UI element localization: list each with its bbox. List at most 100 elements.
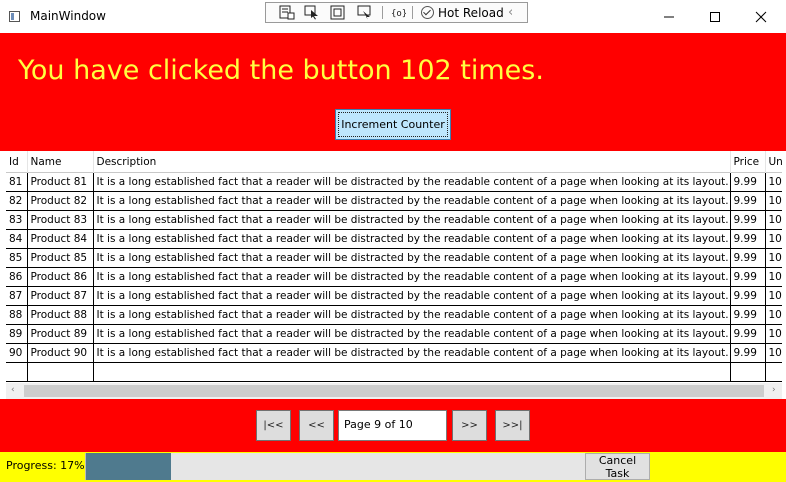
table-row[interactable]: 87 Product 87 It is a long established fac…: [6, 286, 782, 306]
cell-name[interactable]: Product 89: [27, 324, 94, 344]
first-page-button[interactable]: |<<: [256, 410, 291, 441]
cell-id[interactable]: 84: [6, 229, 28, 249]
cancel-task-button[interactable]: Cancel Task: [585, 453, 650, 480]
cell-description[interactable]: It is a long established fact that a rea…: [93, 172, 731, 192]
cell-description[interactable]: It is a long established fact that a rea…: [93, 267, 731, 287]
cell-price[interactable]: 9.99: [730, 191, 766, 211]
cell-description[interactable]: It is a long established fact that a rea…: [93, 324, 731, 344]
column-header-name[interactable]: Name: [27, 151, 94, 173]
new-item-row[interactable]: [6, 362, 782, 382]
cell-id[interactable]: 89: [6, 324, 28, 344]
progress-label: Progress: 17%: [6, 459, 85, 472]
cell-id[interactable]: 86: [6, 267, 28, 287]
cell-description[interactable]: It is a long established fact that a rea…: [93, 305, 731, 325]
collapse-toolbar-chevron-icon[interactable]: ‹: [508, 5, 513, 20]
scroll-left-arrow-icon[interactable]: ‹: [11, 385, 15, 395]
table-row[interactable]: 86 Product 86 It is a long established fac…: [6, 267, 782, 287]
horizontal-scrollbar[interactable]: ‹ ›: [6, 383, 782, 399]
cell-description[interactable]: It is a long established fact that a rea…: [93, 248, 731, 268]
minimize-button[interactable]: [646, 0, 692, 33]
cell-name[interactable]: Product 86: [27, 267, 94, 287]
cell-units[interactable]: 100: [765, 324, 782, 344]
track-focus-icon[interactable]: [357, 5, 373, 20]
cell-description[interactable]: It is a long established fact that a rea…: [93, 210, 731, 230]
cell-units[interactable]: 100: [765, 286, 782, 306]
cell-name[interactable]: Product 90: [27, 343, 94, 363]
cell-name[interactable]: Product 83: [27, 210, 94, 230]
table-row[interactable]: 89 Product 89 It is a long established fac…: [6, 324, 782, 344]
cell-id[interactable]: 90: [6, 343, 28, 363]
cell-units[interactable]: 100: [765, 191, 782, 211]
cell-name[interactable]: Product 82: [27, 191, 94, 211]
live-visual-tree-icon[interactable]: [279, 5, 295, 20]
grid-header-row: Id Name Description Price Un: [6, 151, 782, 173]
select-element-icon[interactable]: [304, 5, 320, 20]
empty-cell[interactable]: [765, 362, 782, 382]
cell-price[interactable]: 9.99: [730, 305, 766, 325]
cell-units[interactable]: 100: [765, 229, 782, 249]
cell-id[interactable]: 85: [6, 248, 28, 268]
counter-panel: You have clicked the button 102 times. I…: [0, 33, 786, 151]
scroll-right-arrow-icon[interactable]: ›: [772, 385, 776, 395]
table-row[interactable]: 88 Product 88 It is a long established fac…: [6, 305, 782, 325]
maximize-button[interactable]: [692, 0, 738, 33]
products-data-grid[interactable]: Id Name Description Price Un 81 Product 8…: [6, 151, 782, 399]
cell-price[interactable]: 9.99: [730, 324, 766, 344]
check-circle-icon: [421, 6, 434, 19]
table-row[interactable]: 83 Product 83 It is a long established fac…: [6, 210, 782, 230]
xaml-devtools-toolbar: {o} Hot Reload ‹: [265, 2, 528, 23]
empty-cell[interactable]: [27, 362, 94, 382]
increment-counter-button[interactable]: Increment Counter: [335, 109, 451, 140]
cell-name[interactable]: Product 81: [27, 172, 94, 192]
column-header-id[interactable]: Id: [6, 151, 28, 173]
cell-units[interactable]: 100: [765, 305, 782, 325]
cell-price[interactable]: 9.99: [730, 267, 766, 287]
close-button[interactable]: [738, 0, 784, 33]
cell-description[interactable]: It is a long established fact that a rea…: [93, 343, 731, 363]
cell-id[interactable]: 81: [6, 172, 28, 192]
cell-id[interactable]: 83: [6, 210, 28, 230]
cell-price[interactable]: 9.99: [730, 172, 766, 192]
cell-name[interactable]: Product 85: [27, 248, 94, 268]
cell-id[interactable]: 87: [6, 286, 28, 306]
last-page-button[interactable]: >>|: [495, 410, 530, 441]
empty-cell[interactable]: [730, 362, 766, 382]
table-row[interactable]: 84 Product 84 It is a long established fac…: [6, 229, 782, 249]
cell-units[interactable]: 100: [765, 248, 782, 268]
cell-price[interactable]: 9.99: [730, 210, 766, 230]
window-title: MainWindow: [30, 9, 106, 23]
cell-units[interactable]: 100: [765, 343, 782, 363]
cell-units[interactable]: 100: [765, 172, 782, 192]
column-header-price[interactable]: Price: [730, 151, 766, 173]
binding-failures-icon[interactable]: {o}: [390, 5, 407, 20]
cell-units[interactable]: 100: [765, 267, 782, 287]
cell-price[interactable]: 9.99: [730, 229, 766, 249]
cell-name[interactable]: Product 88: [27, 305, 94, 325]
cell-price[interactable]: 9.99: [730, 286, 766, 306]
empty-cell[interactable]: [6, 362, 28, 382]
scrollbar-thumb[interactable]: [24, 385, 764, 397]
display-layout-adorners-icon[interactable]: [330, 5, 346, 20]
table-row[interactable]: 82 Product 82 It is a long established fac…: [6, 191, 782, 211]
cell-id[interactable]: 82: [6, 191, 28, 211]
cell-price[interactable]: 9.99: [730, 343, 766, 363]
next-page-button[interactable]: >>: [452, 410, 487, 441]
empty-cell[interactable]: [93, 362, 731, 382]
column-header-description[interactable]: Description: [93, 151, 731, 173]
column-header-units[interactable]: Un: [765, 151, 782, 173]
minimize-icon: [664, 16, 674, 18]
cell-description[interactable]: It is a long established fact that a rea…: [93, 191, 731, 211]
cell-price[interactable]: 9.99: [730, 248, 766, 268]
cell-id[interactable]: 88: [6, 305, 28, 325]
table-row[interactable]: 81 Product 81 It is a long established fac…: [6, 172, 782, 192]
cell-units[interactable]: 100: [765, 210, 782, 230]
hot-reload-button[interactable]: Hot Reload: [421, 4, 504, 21]
table-row[interactable]: 85 Product 85 It is a long established fac…: [6, 248, 782, 268]
cell-name[interactable]: Product 84: [27, 229, 94, 249]
table-row[interactable]: 90 Product 90 It is a long established fac…: [6, 343, 782, 363]
previous-page-button[interactable]: <<: [299, 410, 334, 441]
cell-description[interactable]: It is a long established fact that a rea…: [93, 286, 731, 306]
cell-name[interactable]: Product 87: [27, 286, 94, 306]
progress-bar-fill: [86, 453, 171, 480]
cell-description[interactable]: It is a long established fact that a rea…: [93, 229, 731, 249]
